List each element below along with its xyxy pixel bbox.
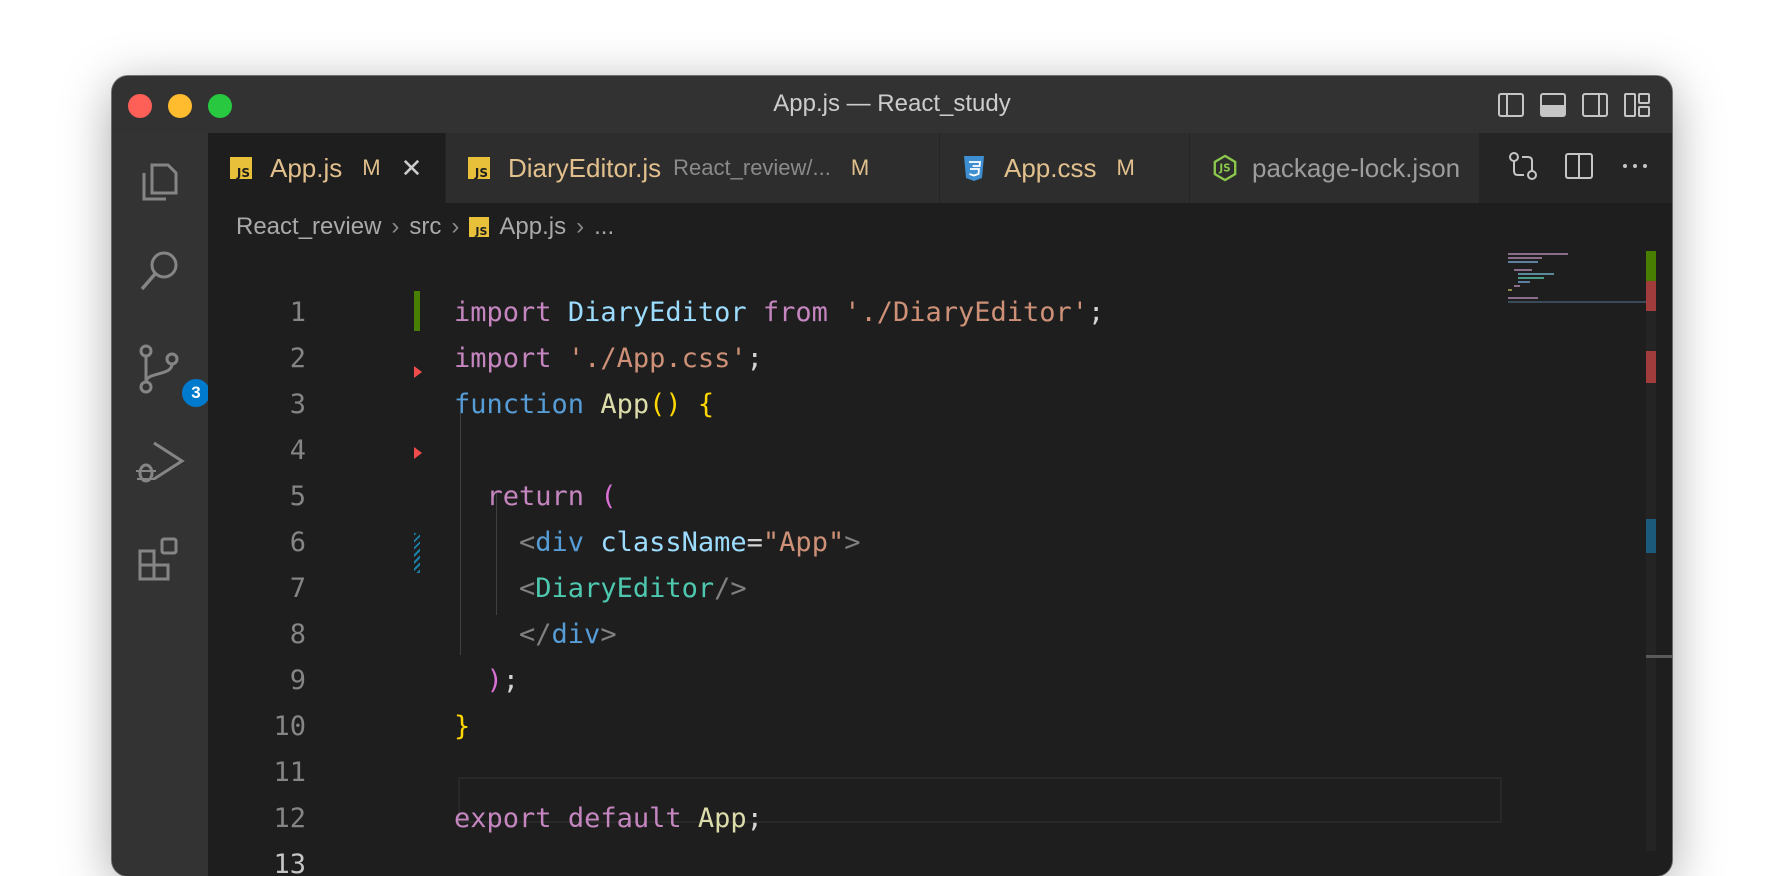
- overview-modified-marker: [1646, 519, 1656, 553]
- breadcrumb-folder[interactable]: src: [409, 213, 441, 241]
- breadcrumb: React_review › src › JS App.js › ...: [208, 203, 1672, 251]
- line-number: 4: [289, 435, 306, 466]
- tab-diaryeditor-js[interactable]: JS DiaryEditor.js React_review/... M: [446, 133, 940, 203]
- minimap[interactable]: [1504, 251, 1646, 311]
- layout-controls: [1496, 90, 1652, 120]
- code-text: <div className="App">: [519, 527, 861, 558]
- tab-label: App.css: [1004, 152, 1097, 183]
- code-line: 6 <div className="App">: [208, 521, 1438, 567]
- line-number: 11: [273, 757, 306, 788]
- close-tab-icon[interactable]: ✕: [401, 153, 423, 184]
- more-actions-icon[interactable]: [1618, 149, 1652, 183]
- code-line: 9 );: [208, 659, 1438, 705]
- tab-bar: JS App.js M ✕ JS DiaryEditor.js React_re…: [208, 133, 1672, 203]
- code-line: 3 function App() {: [208, 383, 1438, 429]
- activity-bar: 3: [112, 133, 212, 876]
- overview-cursor-marker: [1646, 655, 1672, 658]
- code-text: import './App.css';: [454, 343, 763, 374]
- line-number: 1: [289, 297, 306, 328]
- modified-indicator: M: [850, 155, 870, 180]
- breadcrumb-symbol[interactable]: ...: [594, 213, 614, 241]
- code-line: 12 export default App;: [208, 797, 1438, 843]
- code-line: 7 <DiaryEditor/>: [208, 567, 1438, 613]
- code-line: 8 </div>: [208, 613, 1438, 659]
- code-line: 5 return (: [208, 475, 1438, 521]
- explorer-icon[interactable]: [132, 153, 188, 209]
- code-editor[interactable]: 1 import DiaryEditor from './DiaryEditor…: [208, 251, 1672, 876]
- tab-label: App.js: [270, 152, 343, 183]
- overview-added-marker: [1646, 251, 1656, 281]
- title-bar: App.js — React_study: [112, 76, 1672, 134]
- line-number: 7: [289, 573, 306, 604]
- code-text: <DiaryEditor/>: [519, 573, 747, 604]
- window-title: App.js — React_study: [773, 90, 1011, 117]
- code-line: 4: [208, 429, 1438, 475]
- js-file-icon: JS: [469, 217, 490, 237]
- editor-window: App.js — React_study 3 JS App.js M ✕ JS …: [112, 76, 1672, 876]
- toggle-secondary-sidebar-icon[interactable]: [1580, 90, 1610, 120]
- breadcrumb-file[interactable]: App.js: [499, 213, 566, 241]
- line-number: 8: [289, 619, 306, 650]
- tab-label: package-lock.json: [1252, 152, 1461, 183]
- overview-deleted-marker: [1646, 281, 1656, 311]
- line-number: 10: [273, 711, 306, 742]
- chevron-right-icon: ›: [576, 213, 585, 240]
- modified-indicator: M: [1116, 155, 1135, 180]
- nodejs-file-icon: JS: [1213, 154, 1237, 182]
- tab-path: React_review/...: [673, 155, 831, 180]
- line-number: 5: [289, 481, 306, 512]
- code-text: }: [454, 711, 471, 742]
- line-number: 2: [289, 343, 306, 374]
- chevron-right-icon: ›: [451, 213, 460, 240]
- svg-text:JS: JS: [1218, 164, 1230, 175]
- line-number: 12: [273, 803, 306, 834]
- tab-package-lock-json[interactable]: JS package-lock.json: [1190, 133, 1480, 203]
- tab-label: DiaryEditor.js: [508, 152, 662, 183]
- code-text: function App() {: [454, 389, 715, 420]
- overview-deleted-marker: [1646, 351, 1656, 383]
- line-number: 6: [289, 527, 306, 558]
- open-changes-icon[interactable]: [1506, 149, 1540, 183]
- tab-app-js[interactable]: JS App.js M ✕: [208, 133, 446, 203]
- css-file-icon: [964, 156, 984, 181]
- code-text: export default App;: [454, 803, 763, 834]
- chevron-right-icon: ›: [391, 213, 400, 240]
- code-line: 10 }: [208, 705, 1438, 751]
- source-control-icon[interactable]: 3: [132, 341, 212, 409]
- code-line: 2 import './App.css';: [208, 337, 1438, 383]
- line-number: 3: [289, 389, 306, 420]
- run-and-debug-icon[interactable]: [132, 433, 188, 489]
- modified-indicator: M: [362, 155, 381, 180]
- code-line: 11: [208, 751, 1438, 797]
- line-number: 13: [273, 849, 306, 876]
- extensions-icon[interactable]: [132, 531, 188, 587]
- line-number: 9: [289, 665, 306, 696]
- tab-app-css[interactable]: App.css M: [940, 133, 1190, 203]
- code-text: return (: [486, 481, 617, 512]
- code-text: );: [486, 665, 520, 696]
- editor-actions: [1506, 149, 1652, 183]
- js-file-icon: JS: [468, 157, 490, 179]
- search-icon[interactable]: [132, 243, 188, 299]
- toggle-panel-icon[interactable]: [1538, 90, 1568, 120]
- js-file-icon: JS: [230, 157, 252, 179]
- code-line: 13: [208, 843, 1438, 876]
- code-text: </div>: [519, 619, 617, 650]
- customize-layout-icon[interactable]: [1622, 90, 1652, 120]
- toggle-primary-sidebar-icon[interactable]: [1496, 90, 1526, 120]
- split-editor-icon[interactable]: [1562, 149, 1596, 183]
- breadcrumb-folder[interactable]: React_review: [236, 213, 381, 241]
- code-line: 1 import DiaryEditor from './DiaryEditor…: [208, 291, 1438, 337]
- code-text: import DiaryEditor from './DiaryEditor';: [454, 297, 1105, 328]
